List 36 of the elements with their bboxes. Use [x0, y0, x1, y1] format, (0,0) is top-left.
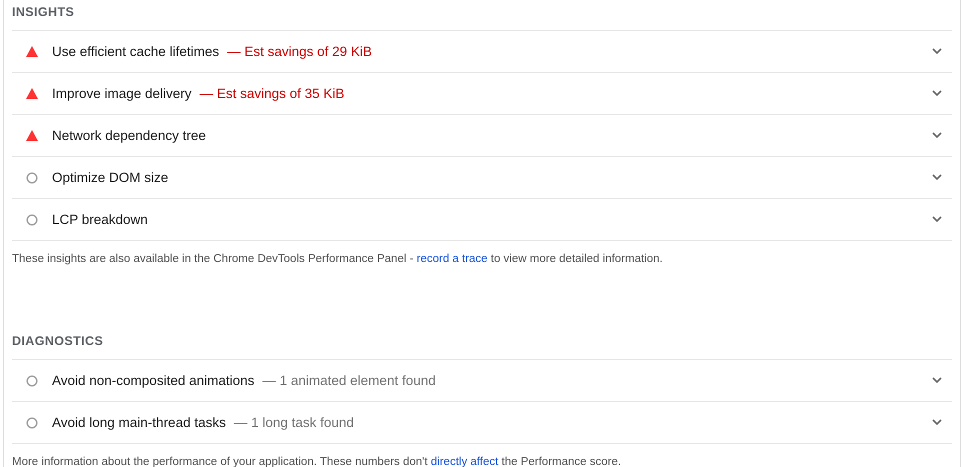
- section-heading: INSIGHTS: [12, 4, 76, 21]
- warning-triangle-icon: [26, 46, 38, 57]
- audit-title: Avoid long main-thread tasks: [52, 415, 226, 430]
- audit-title: Improve image delivery: [52, 86, 192, 101]
- audit-row[interactable]: Avoid non-composited animations — 1 animated element found: [12, 360, 952, 402]
- audit-title: Network dependency tree: [52, 128, 206, 143]
- circle-icon: [26, 416, 38, 428]
- circle-icon: [26, 214, 38, 226]
- description-text: These insights are also available in the Chrome DevTools Performance Panel - record a trace to view more detailed information.: [12, 252, 664, 267]
- circle-icon: [26, 172, 38, 184]
- section-heading: DIAGNOSTICS: [12, 333, 104, 350]
- warning-triangle-icon: [26, 88, 38, 99]
- warning-triangle-icon: [26, 130, 38, 141]
- audit-title: Avoid non-composited animations: [52, 373, 254, 388]
- link[interactable]: record a trace: [416, 253, 488, 265]
- audit-detail: — Est savings of 29 KiB: [227, 44, 372, 59]
- chevron-icon[interactable]: [932, 377, 942, 384]
- chevron-icon[interactable]: [932, 174, 942, 181]
- audit-row[interactable]: Avoid long main-thread tasks — 1 long task found: [12, 402, 952, 444]
- circle-icon: [26, 374, 38, 386]
- audit-row[interactable]: LCP breakdown: [12, 199, 952, 241]
- audit-detail: — 1 animated element found: [262, 373, 436, 388]
- audit-detail: — 1 long task found: [234, 415, 354, 430]
- audit-detail: — Est savings of 35 KiB: [200, 86, 344, 101]
- audit-row[interactable]: Optimize DOM size: [12, 157, 952, 199]
- chevron-icon[interactable]: [932, 48, 942, 55]
- audit-row[interactable]: Network dependency tree: [12, 115, 952, 157]
- audit-title: Optimize DOM size: [52, 170, 168, 185]
- audit-row[interactable]: Use efficient cache lifetimes — Est savings of 29 KiB: [12, 31, 952, 73]
- chevron-icon[interactable]: [932, 216, 942, 223]
- audit-row[interactable]: Improve image delivery — Est savings of 35 KiB: [12, 73, 952, 115]
- audit-title: Use efficient cache lifetimes: [52, 44, 220, 59]
- audit-title: LCP breakdown: [52, 212, 148, 227]
- chevron-icon[interactable]: [932, 419, 942, 426]
- chevron-icon[interactable]: [932, 90, 942, 97]
- chevron-icon[interactable]: [932, 132, 942, 139]
